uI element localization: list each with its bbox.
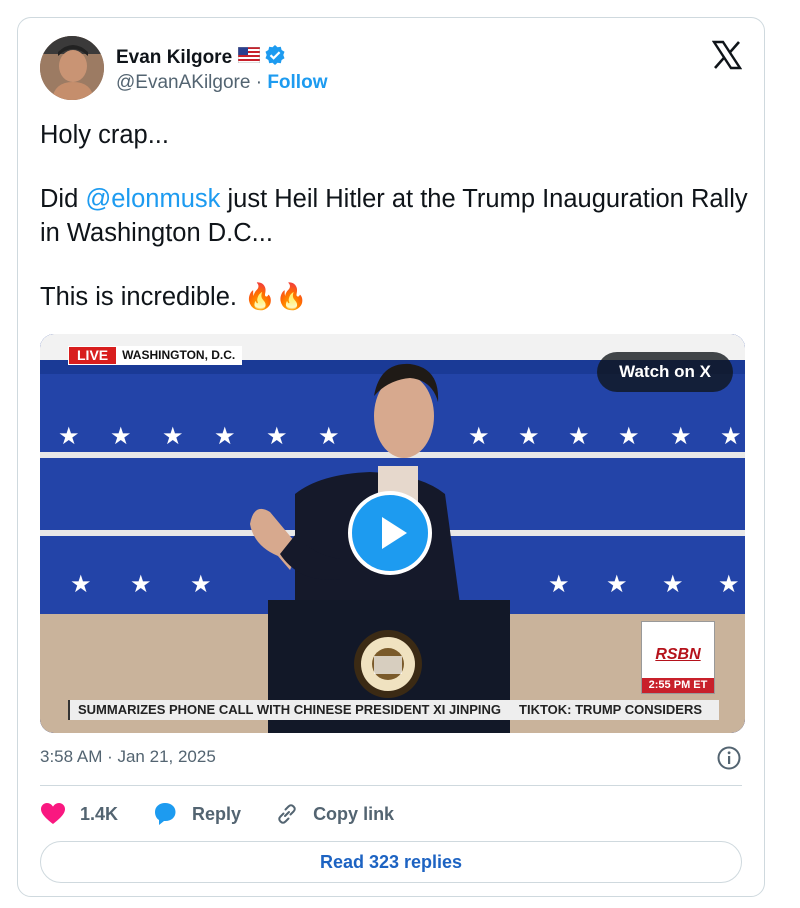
display-name[interactable]: Evan Kilgore — [116, 47, 232, 69]
reply-label: Reply — [192, 803, 242, 824]
svg-text:★: ★ — [318, 422, 340, 450]
divider — [40, 785, 742, 786]
location-label: WASHINGTON, D.C. — [116, 347, 242, 364]
svg-text:★: ★ — [662, 570, 684, 598]
svg-text:★: ★ — [670, 422, 692, 450]
network-logo-text: RSBN — [655, 646, 701, 663]
svg-text:★: ★ — [720, 422, 742, 450]
verified-badge-icon — [264, 44, 286, 71]
svg-text:★: ★ — [190, 570, 212, 598]
svg-text:★: ★ — [518, 422, 540, 450]
svg-text:★: ★ — [606, 570, 628, 598]
ticker-item: SUMMARIZES PHONE CALL WITH CHINESE PRESI… — [78, 702, 502, 717]
watch-on-x-button[interactable]: Watch on X — [597, 352, 733, 392]
like-count: 1.4K — [80, 803, 119, 824]
svg-text:★: ★ — [130, 570, 152, 598]
tweet-line: Did @elonmusk just Heil Hitler at the Tr… — [40, 182, 752, 250]
svg-text:★: ★ — [718, 570, 740, 598]
network-logo: RSBN 2:55 PM ET — [641, 621, 715, 694]
tweet-line: This is incredible. 🔥🔥 — [40, 280, 752, 314]
tweet-embed-card: Evan Kilgore @EvanAKilgore · Follow Holy… — [17, 17, 765, 897]
handle-separator: · — [255, 72, 263, 93]
reply-button[interactable]: Reply — [152, 801, 241, 827]
svg-text:★: ★ — [568, 422, 590, 450]
svg-text:★: ★ — [266, 422, 288, 450]
tweet-text: Holy crap... Did @elonmusk just Heil Hit… — [40, 118, 752, 314]
svg-text:★: ★ — [162, 422, 184, 450]
fire-emoji: 🔥🔥 — [244, 283, 308, 311]
news-ticker: SUMMARIZES PHONE CALL WITH CHINESE PRESI… — [68, 700, 719, 720]
svg-text:★: ★ — [70, 570, 92, 598]
svg-text:★: ★ — [110, 422, 132, 450]
read-replies-button[interactable]: Read 323 replies — [40, 841, 742, 883]
follow-button[interactable]: Follow — [267, 72, 327, 93]
ticker-item: TIKTOK: TRUMP CONSIDERS — [519, 702, 703, 717]
tweet-text-segment: Did — [40, 185, 86, 213]
heart-icon — [41, 803, 65, 824]
info-icon[interactable] — [716, 745, 742, 771]
tweet-line: Holy crap... — [40, 121, 169, 149]
tweet-text-segment: This is incredible. — [40, 283, 237, 311]
tweet-timestamp[interactable]: 3:58 AM · Jan 21, 2025 — [40, 747, 216, 767]
live-label: LIVE — [69, 347, 117, 364]
svg-text:★: ★ — [468, 422, 490, 450]
svg-text:★: ★ — [58, 422, 80, 450]
copy-link-label: Copy link — [313, 803, 395, 824]
copy-link-button[interactable]: Copy link — [275, 802, 394, 826]
live-badge: LIVE WASHINGTON, D.C. — [68, 346, 243, 365]
action-bar: 1.4K Reply Copy link — [40, 798, 428, 830]
handle[interactable]: @EvanAKilgore — [116, 72, 250, 93]
reply-bubble-icon — [155, 803, 176, 825]
svg-text:★: ★ — [214, 422, 236, 450]
link-icon — [278, 804, 296, 824]
us-flag-icon — [237, 46, 261, 68]
x-logo-icon[interactable] — [711, 40, 743, 70]
avatar[interactable] — [40, 36, 104, 100]
play-icon — [382, 517, 407, 549]
name-row: Evan Kilgore — [116, 44, 286, 71]
handle-row: @EvanAKilgore · Follow — [116, 72, 327, 94]
like-button[interactable]: 1.4K — [40, 802, 118, 826]
tweet-header: Evan Kilgore @EvanAKilgore · Follow — [40, 36, 743, 102]
svg-text:★: ★ — [548, 570, 570, 598]
network-time: 2:55 PM ET — [642, 678, 714, 693]
svg-text:★: ★ — [618, 422, 640, 450]
play-button[interactable] — [348, 491, 432, 575]
video-player[interactable]: ★ ★ ★ ★ ★ ★ ★ ★ ★ ★ ★ ★ ★ ★ ★ ★ ★ ★ ★ LIVE WASHINGTO… — [40, 334, 745, 733]
mention-link[interactable]: @elonmusk — [85, 185, 220, 213]
